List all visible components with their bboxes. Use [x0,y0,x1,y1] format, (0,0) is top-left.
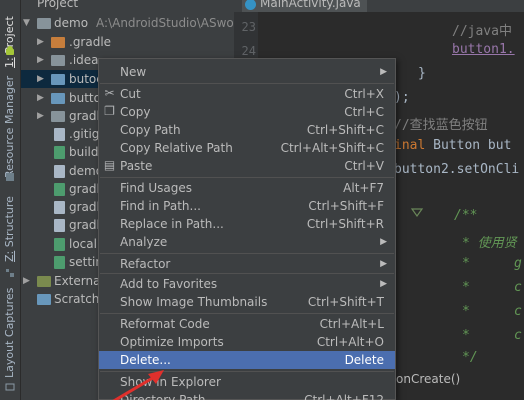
gradle-file-icon [54,256,65,269]
code-line[interactable]: g [514,256,522,271]
cut-icon: ✂ [104,86,115,100]
code-line[interactable]: * 使用贤 [462,232,517,251]
scratches-icon [37,294,51,305]
properties-file-icon [54,238,65,251]
code-line[interactable]: */ [462,350,478,365]
project-panel-title[interactable]: Project [37,0,78,10]
code-line[interactable]: button1. [452,42,515,57]
menu-item-paste[interactable]: ▤ Paste Ctrl+V [99,157,395,175]
menu-item-new[interactable]: New ▶ [99,63,395,81]
module-folder-icon [37,18,51,29]
code-line[interactable]: inal Button but [394,138,511,153]
menu-item-reformat-code[interactable]: Reformat Code Ctrl+Alt+L [99,315,395,333]
left-tool-strip: 1: Project Resource Manager Z: Structure… [0,0,21,400]
gradle-file-icon [54,183,65,196]
code-line[interactable]: } [418,66,426,81]
folder-icon [51,37,65,48]
line-number: 24 [241,44,256,58]
code-line[interactable]: * [462,280,470,295]
libraries-icon [37,276,51,287]
structure-tool-tab[interactable]: Z: Structure [3,196,16,262]
context-menu: New ▶ ✂ Cut Ctrl+X ❐ Copy Ctrl+C Copy Pa… [98,58,396,400]
menu-item-delete[interactable]: Delete... Delete [99,351,395,369]
layout-captures-tool-tab[interactable]: Layout Captures [3,288,16,378]
menu-item-find-in-path[interactable]: Find in Path... Ctrl+Shift+F [99,197,395,215]
menu-item-copy[interactable]: ❐ Copy Ctrl+C [99,103,395,121]
collapse-arrow-icon[interactable]: ▶ [37,33,47,51]
structure-icon [6,269,14,277]
fold-marker-icon[interactable] [410,206,424,220]
tree-item-gradle-dir[interactable]: ▶ .gradle [21,33,234,51]
module-folder-icon [51,93,65,104]
tree-item-demo[interactable]: ▼ demo A:\AndroidStudio\ASworkSp [21,14,261,32]
code-line[interactable]: ); [394,90,410,105]
file-icon [54,165,65,178]
submenu-arrow-icon: ▶ [380,279,387,289]
collapse-arrow-icon[interactable]: ▶ [37,70,47,88]
menu-item-show-image-thumbnails[interactable]: Show Image Thumbnails Ctrl+Shift+T [99,293,395,311]
file-icon [54,219,65,232]
menu-item-analyze[interactable]: Analyze ▶ [99,233,395,251]
submenu-arrow-icon: ▶ [380,259,387,269]
folder-icon [51,55,65,66]
code-line[interactable]: //查找蓝色按钮 [394,114,488,133]
menu-item-add-to-favorites[interactable]: Add to Favorites ▶ [99,275,395,293]
code-line[interactable]: * [462,328,470,343]
menu-item-optimize-imports[interactable]: Optimize Imports Ctrl+Alt+O [99,333,395,351]
code-line[interactable]: c [514,304,522,319]
editor-tab-bar: MainActivity.java [234,0,524,12]
menu-item-cut[interactable]: ✂ Cut Ctrl+X [99,85,395,103]
collapse-arrow-icon[interactable]: ▶ [37,107,47,125]
java-class-icon [245,0,256,10]
paste-icon: ▤ [103,158,116,172]
menu-item-copy-relative-path[interactable]: Copy Relative Path Ctrl+Alt+Shift+C [99,139,395,157]
breadcrumb-method[interactable]: onCreate() [396,372,460,386]
collapse-arrow-icon[interactable]: ▶ [37,89,47,107]
menu-item-find-usages[interactable]: Find Usages Alt+F7 [99,179,395,197]
submenu-arrow-icon: ▶ [380,237,387,247]
code-line[interactable]: * [462,256,470,271]
layout-captures-icon [5,383,15,391]
resource-manager-icon [6,173,14,181]
line-number: 23 [241,20,256,34]
menu-separator [100,273,394,274]
module-folder-icon [51,74,65,85]
menu-separator [100,177,394,178]
code-line[interactable]: /** [454,208,477,223]
project-tool-tab[interactable]: 1: Project [3,16,16,68]
file-icon [54,201,65,214]
file-icon [54,128,65,141]
menu-separator [100,313,394,314]
expand-arrow-icon[interactable]: ▼ [23,14,33,32]
collapse-arrow-icon[interactable]: ▶ [23,272,33,290]
menu-item-replace-in-path[interactable]: Replace in Path... Ctrl+Shift+R [99,215,395,233]
code-line[interactable]: * [462,304,470,319]
code-line[interactable]: c [514,280,522,295]
code-line[interactable]: c [514,328,522,343]
copy-icon: ❐ [104,104,115,118]
folder-icon [51,111,65,122]
submenu-arrow-icon: ▶ [380,67,387,77]
code-line[interactable]: //java中 [452,20,512,39]
menu-separator [100,83,394,84]
tab-main-activity[interactable]: MainActivity.java [242,0,367,12]
gradle-file-icon [54,146,65,159]
code-line[interactable]: button2.setOnCli [394,162,519,177]
collapse-arrow-icon[interactable]: ▶ [37,51,47,69]
project-panel-header: Project [21,0,234,12]
android-icon [6,46,14,55]
menu-separator [100,253,394,254]
menu-item-refactor[interactable]: Refactor ▶ [99,255,395,273]
annotation-arrow-icon [112,370,164,400]
menu-item-copy-path[interactable]: Copy Path Ctrl+Shift+C [99,121,395,139]
